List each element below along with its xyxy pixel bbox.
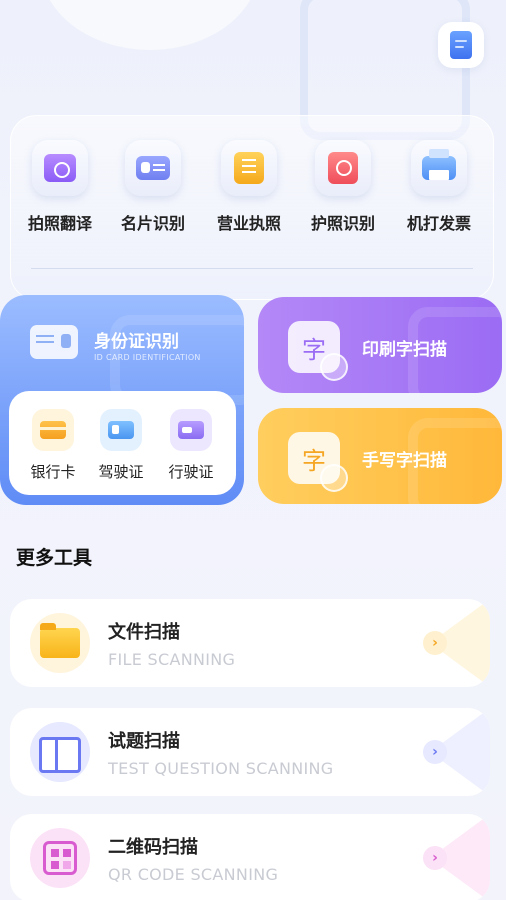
- driver-license-icon: [108, 421, 134, 439]
- tool-label: 拍照翻译: [27, 214, 92, 233]
- tool-label: 机打发票: [406, 214, 471, 233]
- id-card-subtools: 银行卡 驾驶证 行驶证: [9, 391, 236, 495]
- passport-icon: [328, 152, 358, 184]
- row-subtitle: FILE SCANNING: [108, 650, 236, 669]
- documents-button[interactable]: [438, 22, 484, 68]
- row-subtitle: QR CODE SCANNING: [108, 865, 279, 884]
- scan-card-label: 手写字扫描: [362, 451, 447, 471]
- vehicle-license-icon: [178, 421, 204, 439]
- scan-badge-icon: [320, 464, 348, 492]
- qr-code-scanning-row[interactable]: 二维码扫描 QR CODE SCANNING ›: [10, 814, 490, 900]
- subtool-bank-card[interactable]: 银行卡: [19, 409, 87, 482]
- subtool-driver-license[interactable]: 驾驶证: [87, 409, 155, 482]
- tool-label: 名片识别: [120, 214, 185, 233]
- printer-icon: [422, 149, 456, 180]
- divider: [31, 268, 473, 269]
- folder-icon: [40, 623, 80, 658]
- row-title: 试题扫描: [108, 731, 180, 752]
- qr-code-icon: [43, 841, 77, 875]
- id-card-icon: [30, 325, 78, 359]
- document-icon: [450, 31, 472, 59]
- more-tools-heading: 更多工具: [16, 547, 93, 569]
- top-tools-card: 拍照翻译 名片识别 营业执照 护照识别 机打发票: [10, 115, 494, 300]
- subtool-label: 银行卡: [30, 463, 76, 481]
- tool-business-card[interactable]: 名片识别: [105, 140, 201, 234]
- scan-badge-icon: [320, 353, 348, 381]
- bank-card-icon: [40, 421, 66, 439]
- id-card-subtitle: ID CARD IDENTIFICATION: [94, 353, 201, 362]
- chevron-right-icon: ›: [423, 740, 447, 764]
- subtool-vehicle-license[interactable]: 行驶证: [157, 409, 225, 482]
- file-scanning-row[interactable]: 文件扫描 FILE SCANNING ›: [10, 599, 490, 687]
- background-circle: [40, 0, 260, 50]
- scan-card-label: 印刷字扫描: [362, 340, 447, 360]
- business-card-icon: [136, 156, 170, 180]
- book-icon: [39, 737, 81, 773]
- id-card-title: 身份证识别: [94, 332, 179, 352]
- row-title: 二维码扫描: [108, 837, 198, 858]
- camera-icon: [44, 154, 76, 182]
- test-question-scanning-row[interactable]: 试题扫描 TEST QUESTION SCANNING ›: [10, 708, 490, 796]
- handwriting-scan-card[interactable]: 字 手写字扫描: [258, 408, 502, 504]
- print-text-scan-card[interactable]: 字 印刷字扫描: [258, 297, 502, 393]
- id-card-recognition-card[interactable]: 身份证识别 ID CARD IDENTIFICATION 银行卡 驾驶证 行驶证: [0, 295, 244, 505]
- tool-machine-invoice[interactable]: 机打发票: [391, 140, 487, 234]
- business-license-icon: [234, 152, 264, 184]
- chevron-right-icon: ›: [423, 631, 447, 655]
- tool-photo-translate[interactable]: 拍照翻译: [12, 140, 108, 234]
- chevron-right-icon: ›: [423, 846, 447, 870]
- tool-label: 营业执照: [216, 214, 281, 233]
- tool-label: 护照识别: [310, 214, 375, 233]
- subtool-label: 驾驶证: [98, 463, 144, 481]
- tool-business-license[interactable]: 营业执照: [201, 140, 297, 234]
- row-title: 文件扫描: [108, 622, 180, 643]
- row-subtitle: TEST QUESTION SCANNING: [108, 759, 334, 778]
- subtool-label: 行驶证: [168, 463, 214, 481]
- tool-passport[interactable]: 护照识别: [295, 140, 391, 234]
